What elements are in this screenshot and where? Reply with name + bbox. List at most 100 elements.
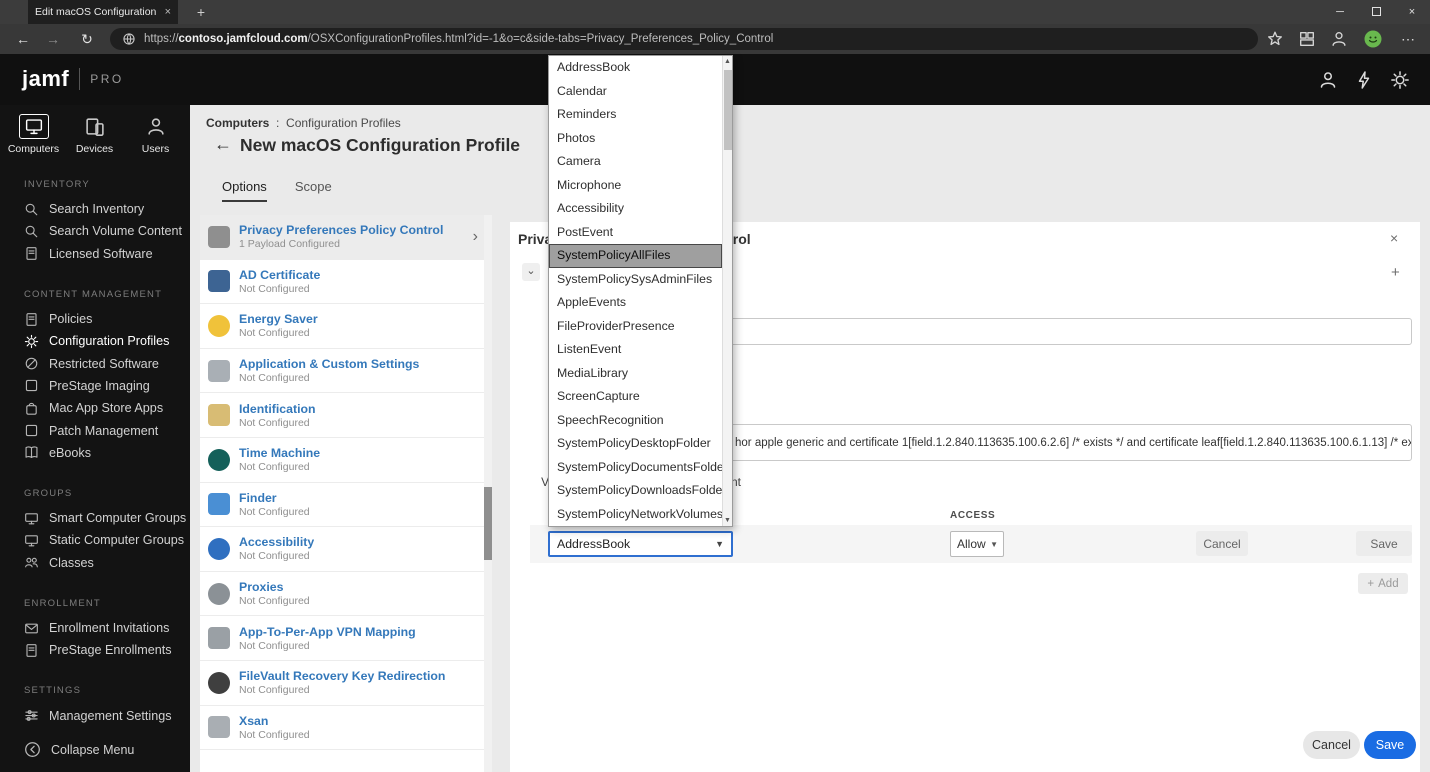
dropdown-option[interactable]: SystemPolicyAllFiles	[549, 244, 722, 268]
search-icon	[24, 202, 39, 217]
sidebar-section-title: GROUPS	[24, 487, 73, 499]
access-select[interactable]: Allow ▼	[950, 531, 1004, 557]
panel-add-icon[interactable]: +	[1391, 264, 1400, 281]
dropdown-option[interactable]: Photos	[549, 127, 722, 151]
sidebar-item-search-volume-content[interactable]: Search Volume Content	[0, 220, 190, 242]
dropdown-option[interactable]: Accessibility	[549, 197, 722, 221]
payload-item-finder[interactable]: Finder Not Configured	[200, 483, 492, 528]
payload-scrollbar[interactable]	[484, 215, 492, 772]
dropdown-option[interactable]: Camera	[549, 150, 722, 174]
dropdown-option[interactable]: AppleEvents	[549, 291, 722, 315]
row-save-button[interactable]: Save	[1356, 531, 1412, 556]
close-icon[interactable]: ×	[1394, 0, 1430, 24]
add-row-button[interactable]: + Add	[1358, 573, 1408, 594]
top-tab-users[interactable]: Users	[125, 114, 186, 155]
back-button[interactable]: ←	[214, 134, 232, 155]
row-cancel-button[interactable]: Cancel	[1196, 531, 1248, 556]
dropdown-scrollbar[interactable]: ▲ ▼	[722, 56, 732, 526]
payload-item-application-custom-settings[interactable]: Application & Custom Settings Not Config…	[200, 349, 492, 394]
payload-item-filevault-recovery-key-redirection[interactable]: FileVault Recovery Key Redirection Not C…	[200, 661, 492, 706]
payload-item-time-machine[interactable]: Time Machine Not Configured	[200, 438, 492, 483]
tab-options[interactable]: Options	[222, 179, 267, 202]
sidebar-item-mac-app-store-apps[interactable]: Mac App Store Apps	[0, 397, 190, 419]
sidebar-item-prestage-imaging[interactable]: PreStage Imaging	[0, 375, 190, 397]
sidebar-item-licensed-software[interactable]: Licensed Software	[0, 243, 190, 265]
payload-item-identification[interactable]: Identification Not Configured	[200, 393, 492, 438]
dropdown-option[interactable]: SystemPolicyNetworkVolumes	[549, 503, 722, 527]
app-service-combobox[interactable]: AddressBook ▼	[548, 531, 733, 557]
sidebar-item-restricted-software[interactable]: Restricted Software	[0, 352, 190, 374]
payload-item-accessibility[interactable]: Accessibility Not Configured	[200, 527, 492, 572]
sidebar-item-search-inventory[interactable]: Search Inventory	[0, 198, 190, 220]
profile-icon[interactable]	[1330, 30, 1348, 48]
sidebar-item-management-settings[interactable]: Management Settings	[0, 704, 190, 726]
panel-close-icon[interactable]: ×	[1390, 230, 1398, 246]
avatar[interactable]	[1364, 30, 1382, 48]
sidebar-item-policies[interactable]: Policies	[0, 308, 190, 330]
dropdown-option[interactable]: Microphone	[549, 174, 722, 198]
reload-icon[interactable]: ↻	[74, 24, 100, 54]
new-tab-button[interactable]: +	[190, 0, 212, 24]
forward-icon[interactable]: →	[40, 24, 66, 54]
dropdown-option[interactable]: SystemPolicyDesktopFolder	[549, 432, 722, 456]
bolt-icon[interactable]	[1354, 70, 1374, 90]
collections-icon[interactable]	[1298, 30, 1316, 48]
classes-icon	[24, 555, 39, 570]
dropdown-option[interactable]: ScreenCapture	[549, 385, 722, 409]
url-bar[interactable]: https://contoso.jamfcloud.com/OSXConfigu…	[110, 28, 1258, 50]
tab-scope[interactable]: Scope	[295, 179, 332, 202]
window-controls: ─ ×	[1322, 0, 1430, 24]
sidebar-item-enrollment-invitations[interactable]: Enrollment Invitations	[0, 617, 190, 639]
dropdown-scrollbar-thumb[interactable]	[724, 70, 732, 150]
tab-close-icon[interactable]: ×	[165, 6, 171, 18]
sidebar-item-configuration-profiles[interactable]: Configuration Profiles	[0, 330, 190, 352]
browser-tabbar: Edit macOS Configuration Profil × + ─ ×	[0, 0, 1430, 24]
payload-scrollbar-thumb[interactable]	[484, 487, 492, 560]
payload-item-xsan[interactable]: Xsan Not Configured	[200, 706, 492, 751]
payload-item-proxies[interactable]: Proxies Not Configured	[200, 572, 492, 617]
sidebar-item-smart-computer-groups[interactable]: Smart Computer Groups	[0, 507, 190, 529]
payload-item-energy-saver[interactable]: Energy Saver Not Configured	[200, 304, 492, 349]
dropdown-option[interactable]: AddressBook	[549, 56, 722, 80]
back-icon[interactable]: ←	[10, 24, 36, 54]
gear-icon[interactable]	[1390, 70, 1410, 90]
dropdown-option[interactable]: FileProviderPresence	[549, 315, 722, 339]
dropdown-option[interactable]: Calendar	[549, 80, 722, 104]
payload-item-app-to-per-app-vpn-mapping[interactable]: App-To-Per-App VPN Mapping Not Configure…	[200, 616, 492, 661]
sidebar-item-static-computer-groups[interactable]: Static Computer Groups	[0, 529, 190, 551]
browser-menu-icon[interactable]: ⋯	[1401, 24, 1416, 54]
payload-item-privacy-preferences-policy-control[interactable]: Privacy Preferences Policy Control 1 Pay…	[200, 215, 492, 260]
dropdown-option[interactable]: PostEvent	[549, 221, 722, 245]
breadcrumb-configuration-profiles[interactable]: Configuration Profiles	[286, 116, 401, 130]
prestage-enrollments-icon	[24, 643, 39, 658]
dropdown-option[interactable]: Reminders	[549, 103, 722, 127]
save-button[interactable]: Save	[1364, 731, 1416, 759]
dropdown-option[interactable]: SystemPolicySysAdminFiles	[549, 268, 722, 292]
sidebar-item-patch-management[interactable]: Patch Management	[0, 419, 190, 441]
dropdown-option[interactable]: ListenEvent	[549, 338, 722, 362]
dropdown-option[interactable]: SpeechRecognition	[549, 409, 722, 433]
dropdown-option[interactable]: MediaLibrary	[549, 362, 722, 386]
privacy-icon	[208, 225, 230, 248]
minimize-icon[interactable]: ─	[1322, 0, 1358, 24]
breadcrumb-computers[interactable]: Computers	[206, 116, 269, 130]
collapse-menu-button[interactable]: Collapse Menu	[24, 741, 134, 758]
payload-item-ad-certificate[interactable]: AD Certificate Not Configured	[200, 260, 492, 305]
scroll-up-icon[interactable]: ▲	[723, 58, 732, 65]
maximize-icon[interactable]	[1358, 0, 1394, 24]
scroll-down-icon[interactable]: ▼	[723, 517, 732, 524]
time-machine-icon	[208, 448, 230, 471]
dropdown-option[interactable]: SystemPolicyDocumentsFolder	[549, 456, 722, 480]
cancel-button[interactable]: Cancel	[1303, 731, 1360, 759]
sidebar-item-prestage-enrollments[interactable]: PreStage Enrollments	[0, 639, 190, 661]
dropdown-option[interactable]: SystemPolicyDownloadsFolder	[549, 479, 722, 503]
top-tab-computers[interactable]: Computers	[3, 114, 64, 155]
user-icon[interactable]	[1318, 70, 1338, 90]
browser-tab[interactable]: Edit macOS Configuration Profil ×	[28, 0, 178, 24]
top-tab-devices[interactable]: Devices	[64, 114, 125, 155]
configuration-profiles-icon	[24, 334, 39, 349]
sidebar-item-ebooks[interactable]: eBooks	[0, 442, 190, 464]
favorites-icon[interactable]	[1266, 30, 1284, 48]
sidebar-item-classes[interactable]: Classes	[0, 552, 190, 574]
chevron-down-icon[interactable]: ⌄	[522, 263, 540, 281]
